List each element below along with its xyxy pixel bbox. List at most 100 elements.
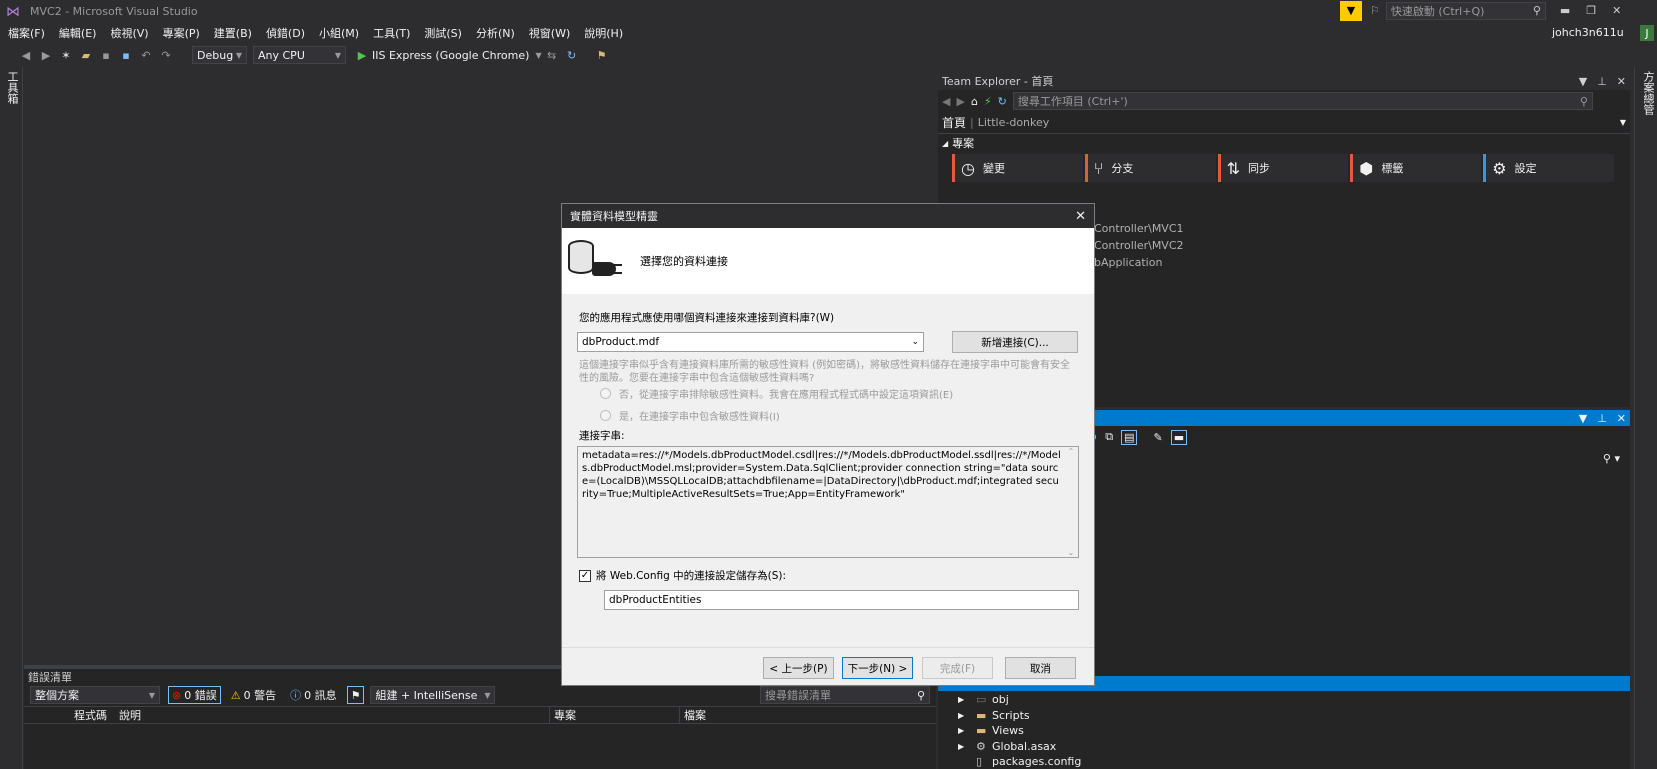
- solution-config-dropdown[interactable]: Debug ▼: [192, 46, 247, 64]
- user-name[interactable]: johch3n611u: [1552, 26, 1624, 39]
- collapse-all-icon[interactable]: ⧉: [1105, 430, 1113, 444]
- column-header-file[interactable]: 檔案: [679, 707, 706, 723]
- solution-explorer-tab[interactable]: 方案總管: [1640, 71, 1656, 115]
- scroll-up-icon[interactable]: ⌃: [1064, 447, 1078, 456]
- column-header-description[interactable]: 說明: [119, 707, 549, 723]
- column-header-code[interactable]: 程式碼: [74, 707, 119, 723]
- entity-name-input[interactable]: dbProductEntities: [604, 590, 1079, 610]
- connection-question: 您的應用程式應使用哪個資料連接來連接到資料庫?(W): [579, 312, 835, 324]
- solution-platform-dropdown[interactable]: Any CPU ▼: [253, 46, 346, 64]
- close-icon[interactable]: ✕: [1617, 412, 1626, 425]
- restore-button[interactable]: ❐: [1586, 4, 1596, 17]
- new-connection-button[interactable]: 新增連接(C)...: [952, 331, 1078, 353]
- tile-branches[interactable]: ⑂ 分支: [1084, 154, 1216, 182]
- error-search-input[interactable]: 搜尋錯誤清單 ⚲: [760, 686, 930, 704]
- notification-flag-icon[interactable]: ▼: [1340, 0, 1362, 21]
- quick-launch-input[interactable]: 快速啟動 (Ctrl+Q) ⚲: [1385, 1, 1546, 20]
- tree-item-global[interactable]: ▶ ⚙ Global.asax: [958, 739, 1081, 755]
- tile-sync[interactable]: ⇅ 同步: [1217, 154, 1349, 182]
- minimize-button[interactable]: ▬: [1560, 4, 1570, 17]
- errors-filter-button[interactable]: ⊗ 0 錯誤: [168, 686, 221, 704]
- finish-button[interactable]: 完成(F): [922, 657, 993, 679]
- menu-test[interactable]: 測試(S): [424, 25, 462, 41]
- back-nav-icon[interactable]: ◀: [18, 47, 34, 63]
- page-title: 首頁: [942, 116, 967, 130]
- refresh-icon[interactable]: ↻: [564, 47, 580, 63]
- messages-filter-button[interactable]: ⓘ 0 訊息: [286, 686, 341, 704]
- scroll-down-icon[interactable]: ⌄: [1064, 548, 1078, 557]
- branch-icon: ⑂: [1093, 158, 1104, 178]
- menu-debug[interactable]: 偵錯(D): [266, 25, 305, 41]
- connection-string-textbox[interactable]: metadata=res://*/Models.dbProductModel.c…: [577, 446, 1079, 558]
- menu-project[interactable]: 專案(P): [163, 25, 200, 41]
- browser-link-icon[interactable]: ⇆: [544, 47, 560, 63]
- tree-item-packages[interactable]: ▯ packages.config: [958, 754, 1081, 769]
- close-window-button[interactable]: ✕: [1612, 4, 1621, 17]
- chevron-down-icon[interactable]: ▼: [535, 51, 541, 60]
- pin-icon[interactable]: ⊥: [1597, 412, 1607, 425]
- build-filter-dropdown[interactable]: 組建 + IntelliSense ▼: [370, 686, 496, 704]
- section-header[interactable]: ◢ 專案: [938, 134, 1630, 152]
- cancel-button[interactable]: 取消: [1005, 657, 1076, 679]
- toolbar-options-icon[interactable]: ⚑: [594, 47, 610, 63]
- feedback-icon[interactable]: ⚐: [1370, 4, 1380, 17]
- pin-icon[interactable]: ⊥: [1597, 75, 1607, 88]
- tile-changes[interactable]: ◷ 變更: [952, 154, 1083, 182]
- work-item-search-input[interactable]: 搜尋工作項目 (Ctrl+') ⚲: [1012, 92, 1593, 110]
- column-header-project[interactable]: 專案: [549, 707, 679, 723]
- connect-icon[interactable]: ⚡: [984, 95, 992, 108]
- scrollbar[interactable]: ⌃ ⌄: [1064, 447, 1078, 557]
- build-filter-icon-button[interactable]: ⚑: [346, 686, 365, 704]
- menu-help[interactable]: 說明(H): [584, 25, 623, 41]
- menu-window[interactable]: 視窗(W): [529, 25, 570, 41]
- menu-edit[interactable]: 編輯(E): [59, 25, 97, 41]
- menu-analyze[interactable]: 分析(N): [476, 25, 515, 41]
- database-connect-icon: [566, 236, 626, 286]
- team-explorer-nav: 首頁 | Little-donkey ▼: [938, 112, 1630, 134]
- redo-icon[interactable]: ↷: [158, 47, 174, 63]
- properties-icon[interactable]: ✎: [1153, 431, 1162, 444]
- run-target-button[interactable]: IIS Express (Google Chrome): [372, 49, 529, 62]
- close-icon[interactable]: ✕: [1075, 209, 1086, 224]
- new-project-icon[interactable]: ✶: [58, 47, 74, 63]
- show-all-files-icon[interactable]: ▤: [1121, 429, 1138, 445]
- window-title: MVC2 - Microsoft Visual Studio: [30, 5, 198, 18]
- tile-tags[interactable]: ⬢ 標籤: [1350, 154, 1482, 182]
- repo-name[interactable]: Little-donkey: [978, 116, 1050, 129]
- tree-item-obj[interactable]: ▶ ▭ obj: [958, 692, 1081, 708]
- open-file-icon[interactable]: ▰: [78, 47, 94, 63]
- refresh-icon[interactable]: ↻: [998, 95, 1007, 108]
- save-connection-checkbox[interactable]: ✓ 將 Web.Config 中的連接設定儲存為(S):: [579, 568, 786, 583]
- preview-icon[interactable]: ▬: [1170, 429, 1188, 445]
- start-debug-icon[interactable]: ▶: [354, 47, 370, 63]
- forward-icon[interactable]: ▶: [956, 95, 964, 108]
- avatar[interactable]: J: [1640, 25, 1654, 41]
- menu-view[interactable]: 檢視(V): [110, 25, 148, 41]
- menu-file[interactable]: 檔案(F): [8, 25, 45, 41]
- close-icon[interactable]: ✕: [1617, 75, 1626, 88]
- back-button[interactable]: < 上一步(P): [763, 657, 834, 679]
- list-item[interactable]: bApplication: [1094, 254, 1184, 271]
- forward-nav-icon[interactable]: ▶: [38, 47, 54, 63]
- home-icon[interactable]: ⌂: [971, 95, 978, 108]
- menu-team[interactable]: 小組(M): [319, 25, 359, 41]
- save-icon[interactable]: ▪: [98, 47, 114, 63]
- toolbox-tab[interactable]: 工具箱: [4, 71, 20, 104]
- menu-build[interactable]: 建置(B): [214, 25, 252, 41]
- tile-settings[interactable]: ⚙ 設定: [1483, 154, 1614, 182]
- tree-item-scripts[interactable]: ▶ ▬ Scripts: [958, 708, 1081, 724]
- chevron-down-icon[interactable]: ▼: [1579, 75, 1587, 88]
- next-button[interactable]: 下一步(N) >: [842, 657, 913, 679]
- menu-tools[interactable]: 工具(T): [373, 25, 410, 41]
- list-item[interactable]: Controller\MVC1: [1094, 220, 1184, 237]
- save-all-icon[interactable]: ▪: [118, 47, 134, 63]
- tree-item-views[interactable]: ▶ ▬ Views: [958, 723, 1081, 739]
- list-item[interactable]: Controller\MVC2: [1094, 237, 1184, 254]
- scope-dropdown[interactable]: 整個方案 ▼: [30, 686, 160, 704]
- connection-dropdown[interactable]: dbProduct.mdf ⌄: [577, 332, 924, 352]
- chevron-down-icon[interactable]: ▼: [1579, 412, 1587, 425]
- undo-icon[interactable]: ↶: [138, 47, 154, 63]
- chevron-down-icon[interactable]: ▼: [1620, 118, 1626, 127]
- warnings-filter-button[interactable]: ⚠ 0 警告: [227, 686, 280, 704]
- back-icon[interactable]: ◀: [942, 95, 950, 108]
